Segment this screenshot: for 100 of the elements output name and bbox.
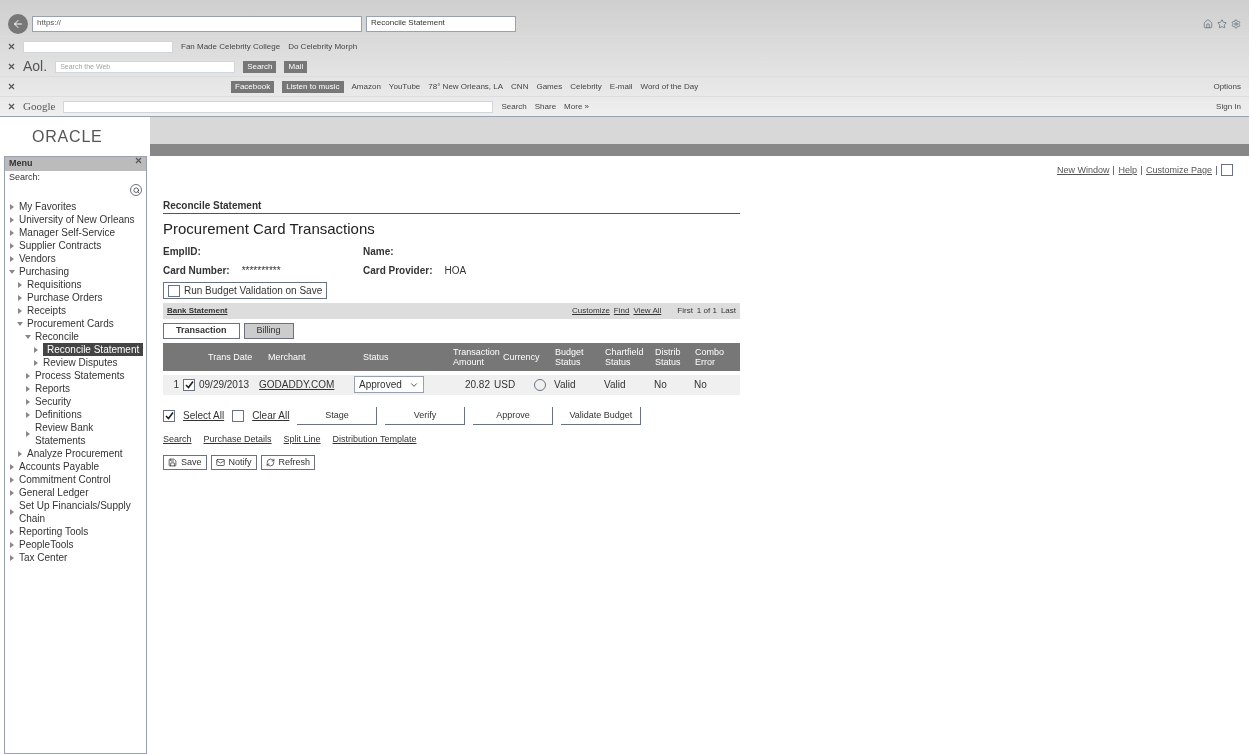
checkbox[interactable] [168,284,180,297]
toolbar-link[interactable]: Fan Made Celebrity College [181,40,281,53]
menu-item[interactable]: Reconcile Statement [43,343,144,356]
close-icon[interactable] [8,83,15,90]
header-link[interactable]: Customize Page [1145,164,1212,178]
first-link[interactable]: First [677,305,693,317]
address-bar[interactable]: https:// [32,16,362,32]
menu-item[interactable]: Set Up Financials/Supply Chain [19,499,146,525]
menu-item[interactable]: Analyze Procurement [27,447,123,460]
grid-link[interactable]: View All [633,305,662,317]
toolbar-link[interactable]: 78° New Orleans, LA [428,80,504,93]
right-triangle-icon[interactable] [9,216,15,223]
menu-item[interactable]: Review Bank Statements [35,421,146,447]
action-button[interactable]: Validate Budget [561,406,642,425]
right-triangle-icon[interactable] [17,307,23,314]
right-triangle-icon[interactable] [17,450,23,457]
close-icon[interactable] [135,157,142,164]
checkbox-row[interactable]: Run Budget Validation on Save [163,282,328,299]
status-dropdown[interactable]: Approved [354,376,424,393]
last-link[interactable]: Last [720,305,736,317]
grid-tab[interactable]: Transaction [163,323,240,339]
toolbar-link[interactable]: E-mail [609,80,633,93]
menu-item[interactable]: My Favorites [19,200,77,213]
toolbar-link[interactable]: CNN [511,80,529,93]
right-triangle-icon[interactable] [25,398,31,405]
clear-all-link[interactable]: Clear All [252,408,290,424]
right-triangle-icon[interactable] [25,385,31,392]
browser-tab[interactable]: Reconcile Statement [366,16,516,32]
menu-item[interactable]: General Ledger [19,486,89,499]
header-link[interactable]: Help [1118,164,1137,178]
menu-item[interactable]: Receipts [27,304,66,317]
page-link[interactable]: Purchase Details [203,433,272,447]
back-button[interactable] [8,14,28,34]
page-link[interactable]: Distribution Template [332,433,417,447]
close-icon[interactable] [8,43,15,50]
menu-item[interactable]: Supplier Contracts [19,239,102,252]
toolbar-link[interactable]: Do Celebrity Morph [288,40,358,53]
right-triangle-icon[interactable] [17,281,23,288]
right-triangle-icon[interactable] [25,431,31,437]
close-icon[interactable] [8,103,15,110]
down-triangle-icon[interactable] [9,268,15,275]
menu-item[interactable]: Review Disputes [43,356,118,369]
close-icon[interactable] [8,63,15,70]
toolbar-link[interactable]: Share [534,100,557,113]
menu-item[interactable]: Purchasing [19,265,70,278]
menu-item[interactable]: Manager Self-Service [19,226,116,239]
right-triangle-icon[interactable] [9,203,15,210]
select-all-link[interactable]: Select All [183,408,225,424]
right-triangle-icon[interactable] [9,554,15,561]
right-triangle-icon[interactable] [9,255,15,262]
menu-item[interactable]: Reconcile [35,330,79,343]
header-link[interactable]: New Window [1056,164,1110,178]
search-field[interactable] [23,40,173,53]
right-triangle-icon[interactable] [9,476,15,483]
checkbox[interactable] [183,378,195,391]
toolbar-link[interactable]: Sign In [1216,100,1241,113]
star-icon[interactable] [1217,19,1227,29]
menu-item[interactable]: Accounts Payable [19,460,100,473]
toolbar-link[interactable]: Facebook [231,80,275,93]
checkbox[interactable] [232,409,245,422]
menu-item[interactable]: Security [35,395,72,408]
toolbar-button[interactable]: Notify [210,454,257,470]
toolbar-link[interactable]: Celebrity [570,80,602,93]
grid-link[interactable]: Customize [572,305,610,317]
right-triangle-icon[interactable] [9,528,15,535]
right-triangle-icon[interactable] [9,541,15,548]
right-triangle-icon[interactable] [9,489,15,496]
search-field[interactable] [63,100,494,113]
menu-item[interactable]: PeopleTools [19,538,74,551]
menu-item[interactable]: Reports [35,382,70,395]
search-icon[interactable] [130,184,142,196]
right-triangle-icon[interactable] [25,372,31,379]
toolbar-link[interactable]: Mail [284,60,308,73]
grid-link[interactable]: Find [613,305,630,317]
down-triangle-icon[interactable] [17,320,23,327]
down-triangle-icon[interactable] [25,333,31,340]
toolbar-link[interactable]: Amazon [351,80,381,93]
action-button[interactable]: Approve [473,406,554,425]
right-triangle-icon[interactable] [33,359,39,366]
right-triangle-icon[interactable] [33,346,39,353]
menu-item[interactable]: University of New Orleans [19,213,135,226]
toolbar-link[interactable]: More » [564,100,589,113]
menu-item[interactable]: Commitment Control [19,473,111,486]
grid-tab[interactable]: Billing [243,323,294,339]
right-triangle-icon[interactable] [9,229,15,236]
toolbar-link[interactable]: Listen to music [282,80,344,93]
menu-item[interactable]: Reporting Tools [19,525,89,538]
menu-item[interactable]: Process Statements [35,369,125,382]
right-triangle-icon[interactable] [17,294,23,301]
menu-item[interactable]: Vendors [19,252,56,265]
right-triangle-icon[interactable] [25,411,31,418]
toolbar-link[interactable]: Word of the Day [640,80,699,93]
home-icon[interactable] [1203,19,1213,29]
right-triangle-icon[interactable] [9,463,15,470]
settings-icon[interactable] [1231,19,1241,29]
right-triangle-icon[interactable] [9,509,15,515]
menu-item[interactable]: Definitions [35,408,82,421]
menu-item[interactable]: Tax Center [19,551,68,564]
toolbar-link[interactable]: Search [243,60,277,73]
toolbar-link[interactable]: Search [501,100,527,113]
